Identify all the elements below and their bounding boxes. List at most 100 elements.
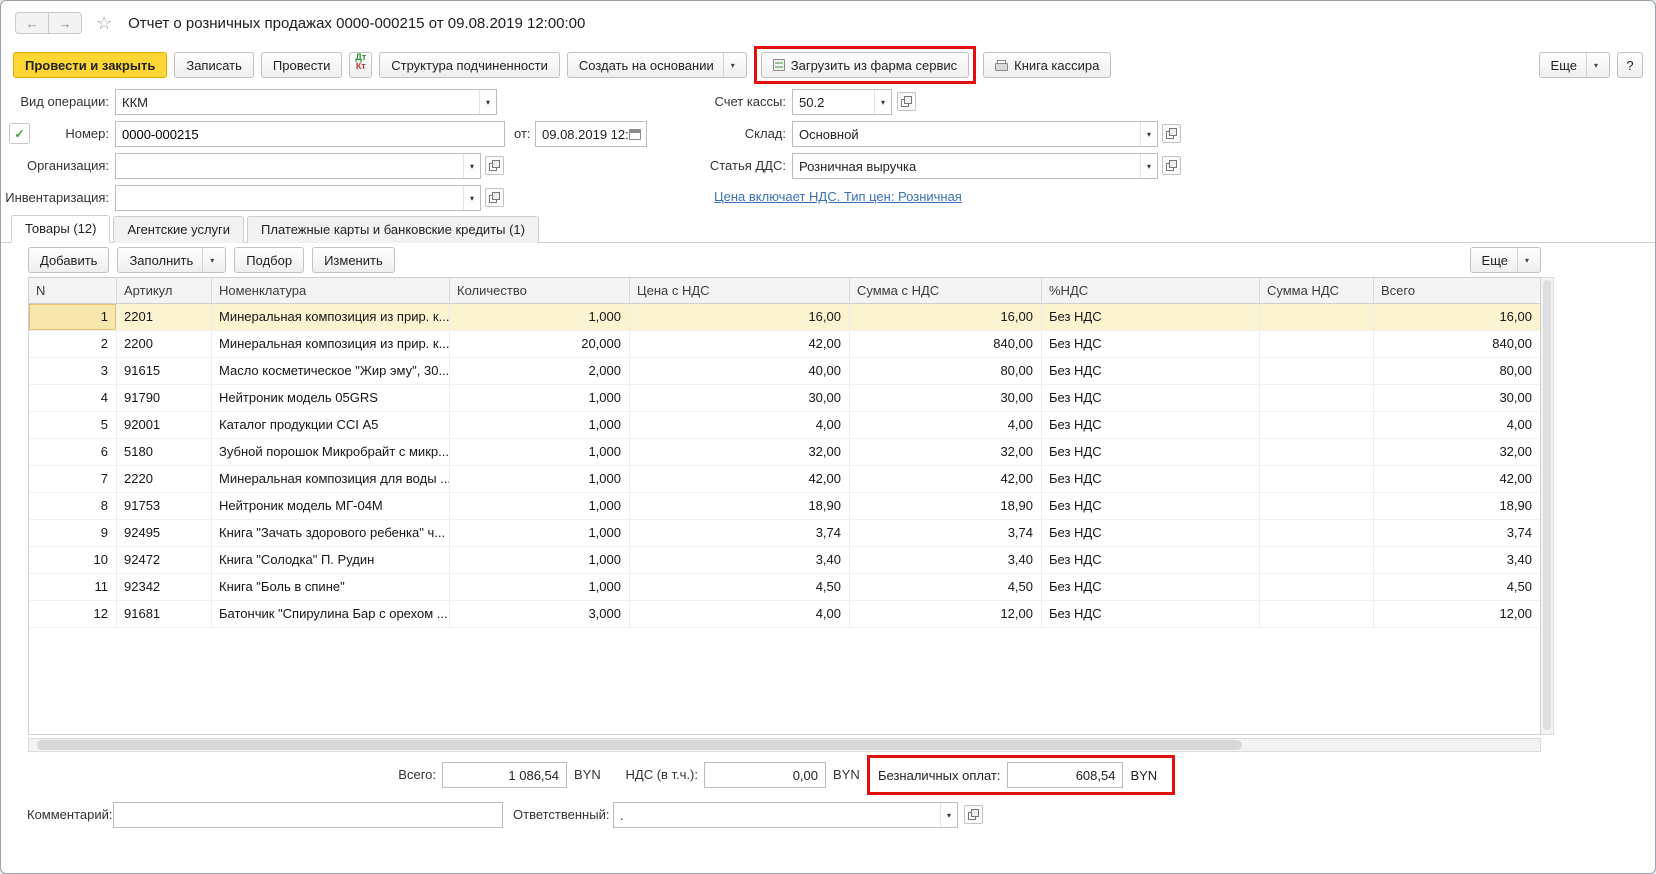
cell-price[interactable]: 3,74 bbox=[630, 520, 850, 547]
cell-total[interactable]: 840,00 bbox=[1374, 331, 1540, 358]
subordination-structure-button[interactable]: Структура подчиненности bbox=[379, 52, 560, 78]
cell-total[interactable]: 16,00 bbox=[1374, 304, 1540, 331]
cell-article[interactable]: 91790 bbox=[117, 385, 212, 412]
cell-total[interactable]: 12,00 bbox=[1374, 601, 1540, 628]
chevron-down-icon[interactable]: ▾ bbox=[1517, 248, 1529, 272]
cell-n[interactable]: 8 bbox=[29, 493, 117, 520]
tab-agent-services[interactable]: Агентские услуги bbox=[113, 216, 244, 243]
cell-article[interactable]: 91681 bbox=[117, 601, 212, 628]
cell-qty[interactable]: 3,000 bbox=[450, 601, 630, 628]
cell-article[interactable]: 5180 bbox=[117, 439, 212, 466]
cell-article[interactable]: 92342 bbox=[117, 574, 212, 601]
chevron-down-icon[interactable]: ▾ bbox=[1586, 53, 1598, 77]
cell-vat[interactable]: Без НДС bbox=[1042, 520, 1260, 547]
post-button[interactable]: Провести bbox=[261, 52, 343, 78]
table-row[interactable]: 1092472Книга "Солодка" П. Рудин1,0003,40… bbox=[29, 547, 1540, 574]
warehouse-select[interactable]: Основной ▾ bbox=[792, 121, 1158, 147]
cell-article[interactable]: 92495 bbox=[117, 520, 212, 547]
cell-name[interactable]: Минеральная композиция для воды ... bbox=[212, 466, 450, 493]
cell-vat[interactable]: Без НДС bbox=[1042, 547, 1260, 574]
chevron-down-icon[interactable]: ▾ bbox=[202, 248, 214, 272]
chevron-down-icon[interactable]: ▾ bbox=[940, 803, 957, 827]
cell-sum[interactable]: 32,00 bbox=[850, 439, 1042, 466]
table-row[interactable]: 72220Минеральная композиция для воды ...… bbox=[29, 466, 1540, 493]
table-row[interactable]: 1291681Батончик "Спирулина Бар с орехом … bbox=[29, 601, 1540, 628]
cell-article[interactable]: 91615 bbox=[117, 358, 212, 385]
cell-total[interactable]: 4,50 bbox=[1374, 574, 1540, 601]
cell-name[interactable]: Нейтроник модель МГ-04М bbox=[212, 493, 450, 520]
cell-vat[interactable]: Без НДС bbox=[1042, 412, 1260, 439]
load-from-pharma-button[interactable]: Загрузить из фарма сервис bbox=[761, 52, 969, 78]
cell-price[interactable]: 30,00 bbox=[630, 385, 850, 412]
cell-sum[interactable]: 840,00 bbox=[850, 331, 1042, 358]
price-type-link[interactable]: Цена включает НДС. Тип цен: Розничная bbox=[714, 189, 962, 204]
responsible-open-button[interactable] bbox=[964, 805, 983, 824]
cell-vat[interactable]: Без НДС bbox=[1042, 331, 1260, 358]
cashier-book-button[interactable]: Книга кассира bbox=[983, 52, 1111, 78]
more-button[interactable]: Еще ▾ bbox=[1539, 52, 1610, 78]
cell-name[interactable]: Минеральная композиция из прир. к... bbox=[212, 331, 450, 358]
cell-vatsum[interactable] bbox=[1260, 385, 1374, 412]
chevron-down-icon[interactable]: ▾ bbox=[874, 90, 891, 114]
cell-price[interactable]: 18,90 bbox=[630, 493, 850, 520]
favorite-star-icon[interactable]: ☆ bbox=[96, 13, 112, 34]
responsible-select[interactable]: . ▾ bbox=[613, 802, 958, 828]
horizontal-scrollbar[interactable] bbox=[28, 738, 1541, 752]
column-header-vat-rate[interactable]: %НДС bbox=[1042, 278, 1260, 303]
cell-qty[interactable]: 1,000 bbox=[450, 412, 630, 439]
cell-price[interactable]: 4,00 bbox=[630, 412, 850, 439]
cell-vat[interactable]: Без НДС bbox=[1042, 304, 1260, 331]
cell-sum[interactable]: 3,74 bbox=[850, 520, 1042, 547]
cell-n[interactable]: 4 bbox=[29, 385, 117, 412]
cell-sum[interactable]: 16,00 bbox=[850, 304, 1042, 331]
cell-name[interactable]: Книга "Боль в спине" bbox=[212, 574, 450, 601]
cell-n[interactable]: 1 bbox=[29, 304, 117, 331]
cell-name[interactable]: Нейтроник модель 05GRS bbox=[212, 385, 450, 412]
cell-n[interactable]: 7 bbox=[29, 466, 117, 493]
number-input[interactable] bbox=[115, 121, 505, 147]
table-row[interactable]: 22200Минеральная композиция из прир. к..… bbox=[29, 331, 1540, 358]
help-button[interactable]: ? bbox=[1617, 52, 1643, 78]
chevron-down-icon[interactable]: ▾ bbox=[1140, 154, 1157, 178]
column-header-quantity[interactable]: Количество bbox=[450, 278, 630, 303]
cell-name[interactable]: Книга "Зачать здорового ребенка" ч... bbox=[212, 520, 450, 547]
cell-vatsum[interactable] bbox=[1260, 412, 1374, 439]
chevron-down-icon[interactable]: ▾ bbox=[463, 154, 480, 178]
fill-button[interactable]: Заполнить ▾ bbox=[117, 247, 226, 273]
cell-vat[interactable]: Без НДС bbox=[1042, 601, 1260, 628]
cell-vatsum[interactable] bbox=[1260, 493, 1374, 520]
vertical-scrollbar[interactable] bbox=[1541, 277, 1554, 735]
cell-price[interactable]: 32,00 bbox=[630, 439, 850, 466]
vertical-scrollbar-thumb[interactable] bbox=[1543, 280, 1551, 730]
cell-price[interactable]: 42,00 bbox=[630, 331, 850, 358]
cell-vat[interactable]: Без НДС bbox=[1042, 385, 1260, 412]
column-header-total[interactable]: Всего bbox=[1374, 278, 1540, 303]
column-header-vat-sum[interactable]: Сумма НДС bbox=[1260, 278, 1374, 303]
cell-price[interactable]: 40,00 bbox=[630, 358, 850, 385]
cell-name[interactable]: Масло косметическое "Жир эму", 30... bbox=[212, 358, 450, 385]
dds-select[interactable]: Розничная выручка ▾ bbox=[792, 153, 1158, 179]
cell-n[interactable]: 5 bbox=[29, 412, 117, 439]
cell-vat[interactable]: Без НДС bbox=[1042, 574, 1260, 601]
cell-article[interactable]: 2220 bbox=[117, 466, 212, 493]
cell-sum[interactable]: 30,00 bbox=[850, 385, 1042, 412]
cell-sum[interactable]: 42,00 bbox=[850, 466, 1042, 493]
cell-n[interactable]: 3 bbox=[29, 358, 117, 385]
table-row[interactable]: 891753Нейтроник модель МГ-04М1,00018,901… bbox=[29, 493, 1540, 520]
back-button[interactable]: ← bbox=[15, 12, 49, 34]
cell-n[interactable]: 10 bbox=[29, 547, 117, 574]
cell-sum[interactable]: 18,90 bbox=[850, 493, 1042, 520]
cell-vatsum[interactable] bbox=[1260, 466, 1374, 493]
cell-vatsum[interactable] bbox=[1260, 520, 1374, 547]
cell-article[interactable]: 92472 bbox=[117, 547, 212, 574]
column-header-nomenclature[interactable]: Номенклатура bbox=[212, 278, 450, 303]
operation-type-select[interactable]: ККМ ▾ bbox=[115, 89, 497, 115]
dtkt-button[interactable]: Дт Кт bbox=[349, 52, 372, 78]
cell-qty[interactable]: 1,000 bbox=[450, 304, 630, 331]
table-row[interactable]: 12201Минеральная композиция из прир. к..… bbox=[29, 304, 1540, 331]
chevron-down-icon[interactable]: ▾ bbox=[479, 90, 496, 114]
add-row-button[interactable]: Добавить bbox=[28, 247, 109, 273]
cell-price[interactable]: 4,50 bbox=[630, 574, 850, 601]
table-row[interactable]: 491790Нейтроник модель 05GRS1,00030,0030… bbox=[29, 385, 1540, 412]
cell-name[interactable]: Книга "Солодка" П. Рудин bbox=[212, 547, 450, 574]
